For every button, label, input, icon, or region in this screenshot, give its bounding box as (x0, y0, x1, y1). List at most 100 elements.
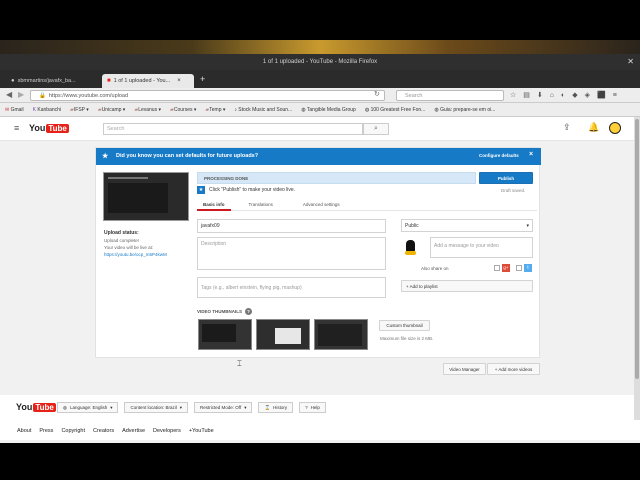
thumbnails-label: VIDEO THUMBNAILS (197, 309, 242, 314)
bookmark-tangible[interactable]: ◍ Tangible Media Group (301, 107, 356, 113)
extension-icon[interactable]: ◆ (572, 91, 577, 99)
browser-search-input[interactable]: Search (396, 90, 504, 101)
youtube-search-input[interactable]: Search (103, 123, 363, 135)
youtube-logo[interactable]: You Tube (29, 123, 69, 133)
help-button[interactable]: ? Help (299, 402, 326, 413)
tab-github[interactable]: ● sbmmartins/javafx_ba... (6, 74, 98, 88)
tab-advanced-settings[interactable]: Advanced settings (273, 202, 340, 207)
footer-link-creators[interactable]: Creators (93, 428, 114, 434)
gmail-icon: ✉ (5, 106, 10, 113)
footer-link-copyright[interactable]: Copyright (61, 428, 85, 434)
bookmark-unicamp[interactable]: ▰Unicamp ▾ (98, 107, 126, 113)
bookmark-levanus[interactable]: ▰Levanus ▾ (134, 107, 161, 113)
tab-label: 1 of 1 uploaded - You... (113, 78, 171, 84)
forward-icon[interactable]: ▶ (18, 90, 24, 99)
help-icon[interactable]: ? (245, 308, 252, 315)
bookmark-courses[interactable]: ▰Courses ▾ (170, 107, 196, 113)
addon-icon[interactable]: ⬛ (597, 91, 606, 99)
footer-link-about[interactable]: About (17, 428, 31, 434)
bookmark-fonts[interactable]: ◍ 100 Greatest Free Fon... (365, 107, 426, 113)
bookmark-ifsp[interactable]: ▰IFSP ▾ (70, 107, 89, 113)
add-more-videos-button[interactable]: + Add more videos (487, 363, 540, 375)
home-icon[interactable]: ⌂ (550, 92, 554, 99)
page-scrollbar[interactable] (634, 117, 640, 420)
download-icon[interactable]: ⬇ (537, 91, 543, 99)
bookmark-gmail[interactable]: ✉ Gmail (5, 107, 24, 113)
footer-link-press[interactable]: Press (39, 428, 53, 434)
avatar[interactable] (609, 122, 621, 134)
tab-translations[interactable]: Translations (231, 202, 273, 207)
bookmark-stock-music[interactable]: ♪ Stock Music and Soun... (234, 107, 292, 113)
new-tab-icon[interactable]: + (200, 74, 205, 84)
youtube-footer: You Tube ◍ Language: English ▾ Content loca… (0, 395, 640, 440)
hamburger-menu-icon[interactable]: ≡ (14, 123, 19, 133)
custom-thumbnail-label: Custom thumbnail (386, 323, 423, 328)
publish-label: Publish (497, 175, 515, 181)
video-manager-button[interactable]: Video Manager (443, 363, 486, 375)
tab-bar: ● sbmmartins/javafx_ba... ■ 1 of 1 uploa… (0, 70, 640, 88)
configure-defaults-link[interactable]: Configure defaults (479, 153, 519, 158)
star-icon[interactable]: ☆ (510, 91, 516, 99)
history-label: History (273, 405, 288, 410)
footer-link-plus-youtube[interactable]: +YouTube (189, 428, 214, 434)
google-plus-checkbox[interactable] (494, 265, 500, 271)
hint-text: Click "Publish" to make your video live. (209, 187, 296, 193)
history-button[interactable]: ⌛ History (258, 402, 294, 413)
footer-links: About Press Copyright Creators Advertise Deve… (17, 428, 222, 434)
pocket-icon[interactable]: ◐ (561, 92, 565, 99)
max-size-text: Maximum file size is 2 MB. (380, 336, 434, 341)
twitter-checkbox[interactable] (516, 265, 522, 271)
shield-icon[interactable]: ◈ (585, 91, 590, 99)
video-thumbnails-header: VIDEO THUMBNAILS ? (197, 308, 252, 315)
search-placeholder: Search (107, 126, 125, 132)
title-input[interactable]: javafx09 (197, 219, 386, 233)
add-to-playlist-button[interactable]: + Add to playlist (401, 280, 533, 292)
description-input[interactable]: Description (197, 237, 386, 270)
footer-controls: ◍ Language: English ▾ Content location: Br… (57, 402, 326, 413)
thumbnail-option-2[interactable] (256, 319, 310, 350)
video-url-link[interactable]: https://youtu.be/ocp_m5P4kwM (104, 251, 167, 258)
upload-status: Upload status: Upload complete! Your vid… (104, 230, 167, 258)
language-button[interactable]: ◍ Language: English ▾ (57, 402, 119, 413)
info-icon: ★ (197, 186, 205, 194)
bookmark-label: IFSP (73, 106, 85, 113)
privacy-value: Public (405, 222, 419, 229)
tab-basic-info[interactable]: Basic info (197, 199, 231, 211)
privacy-select[interactable]: Public ▾ (401, 219, 533, 232)
publish-button[interactable]: Publish (479, 172, 533, 184)
lock-icon: 🔒 (39, 92, 46, 99)
restricted-mode-button[interactable]: Restricted Mode: Off ▾ (194, 402, 253, 413)
search-button[interactable]: ⌕ (363, 123, 389, 135)
thumbnail-option-1[interactable] (198, 319, 252, 350)
back-icon[interactable]: ◀ (6, 90, 12, 99)
notifications-icon[interactable]: 🔔 (588, 122, 599, 133)
footer-youtube-logo[interactable]: You Tube (16, 402, 56, 412)
bookmark-guia[interactable]: ◍ Guia: prepare-se em oi... (434, 107, 495, 113)
url-bar[interactable]: 🔒 https://www.youtube.com/upload (30, 90, 385, 101)
tab-youtube[interactable]: ■ 1 of 1 uploaded - You... × (102, 74, 194, 88)
custom-thumbnail-button[interactable]: Custom thumbnail (379, 320, 430, 331)
reload-icon[interactable]: ↻ (374, 90, 380, 98)
reader-icon[interactable]: ▤ (523, 91, 530, 99)
window-close-icon[interactable]: ✕ (627, 57, 634, 66)
menu-icon[interactable]: ≡ (613, 92, 617, 99)
toolbar-icons: ☆ ▤ ⬇ ⌂ ◐ ◆ ◈ ⬛ ≡ (510, 91, 617, 100)
progress-label: PROCESSING DONE (204, 176, 249, 181)
footer-link-advertise[interactable]: Advertise (122, 428, 145, 434)
globe-icon: ◍ (434, 106, 439, 113)
upload-icon[interactable]: ⇪ (563, 122, 571, 133)
footer-link-developers[interactable]: Developers (153, 428, 181, 434)
scrollbar-thumb[interactable] (635, 119, 639, 379)
thumbnail-option-3[interactable] (314, 319, 368, 350)
globe-icon: ◍ (63, 404, 67, 410)
share-message-input[interactable]: Add a message to your video (430, 237, 533, 258)
google-plus-icon: g+ (502, 264, 510, 272)
tags-input[interactable]: Tags (e.g., albert einstein, flying pig,… (197, 277, 386, 298)
bookmark-kanbanchi[interactable]: K Kanbanchi (33, 107, 61, 113)
location-button[interactable]: Content location: Brazil ▾ (124, 402, 189, 413)
video-live-text: Your video will be live at: (104, 245, 154, 250)
tab-close-icon[interactable]: × (177, 78, 181, 84)
notice-close-icon[interactable]: × (529, 151, 533, 158)
bookmark-temp[interactable]: ▰Temp ▾ (205, 107, 225, 113)
kanbanchi-icon: K (32, 106, 36, 113)
